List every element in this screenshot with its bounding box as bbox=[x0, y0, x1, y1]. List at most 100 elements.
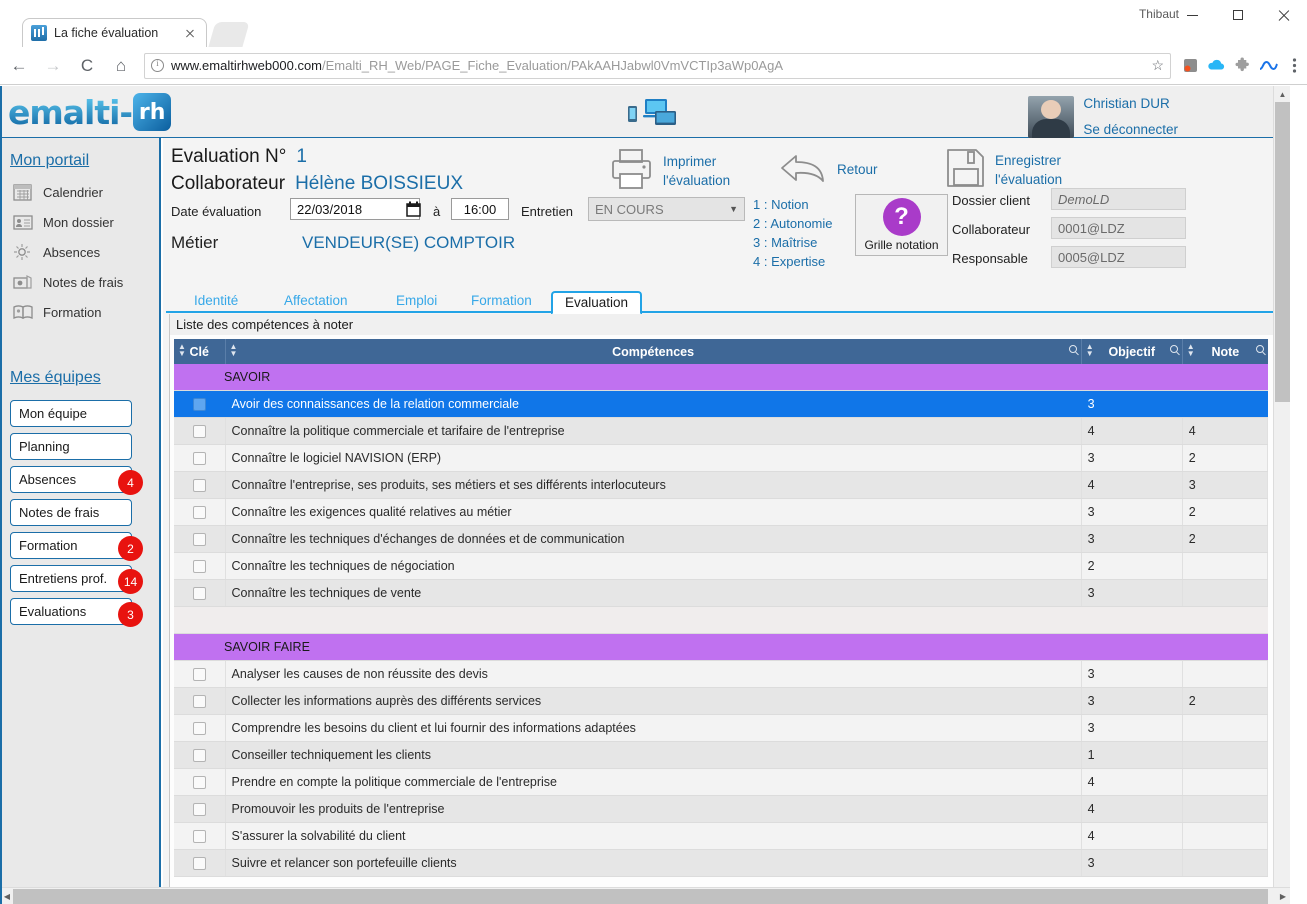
sidebar-item-formation[interactable]: Formation bbox=[0, 297, 159, 327]
table-row[interactable]: S'assurer la solvabilité du client 4 bbox=[174, 823, 1268, 850]
search-icon[interactable] bbox=[1255, 345, 1264, 353]
page-horizontal-scrollbar[interactable]: ◀ ▶ bbox=[0, 887, 1290, 904]
sidebar-button-notes-de-frais[interactable]: Notes de frais bbox=[10, 499, 132, 526]
row-checkbox-cell[interactable] bbox=[174, 661, 226, 687]
row-checkbox[interactable] bbox=[192, 478, 206, 492]
row-checkbox-cell[interactable] bbox=[174, 796, 226, 822]
row-checkbox[interactable] bbox=[192, 721, 206, 735]
tab-affectation[interactable]: Affectation bbox=[272, 291, 360, 315]
sidebar-item-notes-de-frais[interactable]: Notes de frais bbox=[0, 267, 159, 297]
objectif-cell[interactable]: 4 bbox=[1082, 796, 1183, 822]
table-row[interactable]: Connaître le logiciel NAVISION (ERP) 3 2 bbox=[174, 445, 1268, 472]
grille-notation-button[interactable]: ? Grille notation bbox=[855, 194, 948, 256]
row-checkbox[interactable] bbox=[192, 559, 206, 573]
note-cell[interactable]: 2 bbox=[1183, 526, 1268, 552]
objectif-cell[interactable]: 2 bbox=[1082, 553, 1183, 579]
address-bar[interactable]: www.emaltirhweb000.com/Emalti_RH_Web/PAG… bbox=[144, 52, 1171, 79]
row-checkbox-cell[interactable] bbox=[174, 715, 226, 741]
extension-cloud-icon[interactable] bbox=[1203, 57, 1229, 74]
column-header-note[interactable]: ▲ ▼ Note bbox=[1183, 339, 1268, 364]
objectif-cell[interactable]: 3 bbox=[1082, 661, 1183, 687]
browser-menu-icon[interactable] bbox=[1281, 57, 1307, 74]
note-cell[interactable]: 2 bbox=[1183, 445, 1268, 471]
objectif-cell[interactable]: 3 bbox=[1082, 850, 1183, 876]
back-icon[interactable]: ← bbox=[4, 51, 34, 81]
objectif-cell[interactable]: 4 bbox=[1082, 418, 1183, 444]
note-cell[interactable] bbox=[1183, 850, 1268, 876]
row-checkbox-cell[interactable] bbox=[174, 472, 226, 498]
note-cell[interactable]: 2 bbox=[1183, 688, 1268, 714]
site-info-icon[interactable] bbox=[151, 58, 164, 72]
note-cell[interactable] bbox=[1183, 661, 1268, 687]
objectif-cell[interactable]: 3 bbox=[1082, 391, 1183, 417]
row-checkbox[interactable] bbox=[192, 451, 206, 465]
objectif-cell[interactable]: 3 bbox=[1082, 688, 1183, 714]
entretien-select[interactable]: EN COURS ▼ bbox=[588, 197, 745, 221]
tab-identite[interactable]: Identité bbox=[182, 291, 250, 315]
horizontal-scroll-thumb[interactable] bbox=[13, 889, 1268, 904]
sidebar-item-calendrier[interactable]: Calendrier bbox=[0, 177, 159, 207]
note-cell[interactable] bbox=[1183, 796, 1268, 822]
note-cell[interactable] bbox=[1183, 391, 1268, 417]
table-row[interactable]: Comprendre les besoins du client et lui … bbox=[174, 715, 1268, 742]
sidebar-item-mon-dossier[interactable]: Mon dossier bbox=[0, 207, 159, 237]
table-row[interactable]: Connaître la politique commerciale et ta… bbox=[174, 418, 1268, 445]
row-checkbox[interactable] bbox=[192, 748, 206, 762]
extension-pocket-icon[interactable] bbox=[1177, 57, 1203, 74]
new-tab-button[interactable] bbox=[208, 22, 250, 47]
row-checkbox[interactable] bbox=[192, 694, 206, 708]
row-checkbox[interactable] bbox=[192, 586, 206, 600]
scroll-up-icon[interactable]: ▲ bbox=[1274, 86, 1290, 102]
row-checkbox-cell[interactable] bbox=[174, 850, 226, 876]
sidebar-heading-portal[interactable]: Mon portail bbox=[0, 138, 159, 177]
window-maximize-button[interactable] bbox=[1215, 0, 1261, 30]
row-checkbox[interactable] bbox=[192, 856, 206, 870]
tab-close-icon[interactable] bbox=[182, 25, 198, 41]
row-checkbox-cell[interactable] bbox=[174, 526, 226, 552]
objectif-cell[interactable]: 3 bbox=[1082, 499, 1183, 525]
row-checkbox-cell[interactable] bbox=[174, 688, 226, 714]
row-checkbox[interactable] bbox=[192, 802, 206, 816]
column-header-objectif[interactable]: ▲ ▼ Objectif bbox=[1082, 339, 1183, 364]
objectif-cell[interactable]: 4 bbox=[1082, 472, 1183, 498]
objectif-cell[interactable]: 3 bbox=[1082, 526, 1183, 552]
objectif-cell[interactable]: 4 bbox=[1082, 823, 1183, 849]
search-icon[interactable] bbox=[1169, 345, 1178, 353]
table-row[interactable]: Connaître les techniques de vente 3 bbox=[174, 580, 1268, 607]
window-minimize-button[interactable] bbox=[1169, 0, 1215, 30]
note-cell[interactable] bbox=[1183, 823, 1268, 849]
row-checkbox-cell[interactable] bbox=[174, 553, 226, 579]
scroll-right-icon[interactable]: ▶ bbox=[1276, 888, 1290, 904]
vertical-scroll-thumb[interactable] bbox=[1275, 102, 1290, 402]
sidebar-button-evaluations[interactable]: Evaluations bbox=[10, 598, 132, 625]
row-checkbox[interactable] bbox=[192, 829, 206, 843]
table-row[interactable]: Connaître les exigences qualité relative… bbox=[174, 499, 1268, 526]
sidebar-button-absences[interactable]: Absences bbox=[10, 466, 132, 493]
objectif-cell[interactable]: 1 bbox=[1082, 742, 1183, 768]
note-cell[interactable]: 3 bbox=[1183, 472, 1268, 498]
forward-icon[interactable]: → bbox=[38, 51, 68, 81]
objectif-cell[interactable]: 3 bbox=[1082, 445, 1183, 471]
column-header-cle[interactable]: ▲ ▼ Clé bbox=[174, 339, 226, 364]
note-cell[interactable]: 4 bbox=[1183, 418, 1268, 444]
browser-tab[interactable]: La fiche évaluation bbox=[22, 18, 207, 47]
note-cell[interactable] bbox=[1183, 742, 1268, 768]
row-checkbox-cell[interactable] bbox=[174, 445, 226, 471]
sidebar-heading-teams[interactable]: Mes équipes bbox=[0, 327, 159, 394]
home-icon[interactable]: ⌂ bbox=[106, 51, 136, 81]
row-checkbox[interactable] bbox=[192, 505, 206, 519]
note-cell[interactable] bbox=[1183, 769, 1268, 795]
row-checkbox[interactable] bbox=[192, 775, 206, 789]
objectif-cell[interactable]: 3 bbox=[1082, 580, 1183, 606]
sidebar-button-entretiens-prof[interactable]: Entretiens prof. bbox=[10, 565, 132, 592]
scroll-left-icon[interactable]: ◀ bbox=[0, 888, 14, 904]
row-checkbox[interactable] bbox=[192, 424, 206, 438]
row-checkbox-cell[interactable] bbox=[174, 823, 226, 849]
table-row[interactable]: Connaître les techniques de négociation 2 bbox=[174, 553, 1268, 580]
sidebar-item-absences[interactable]: Absences bbox=[0, 237, 159, 267]
print-evaluation-button[interactable]: Imprimer l'évaluation bbox=[610, 148, 730, 195]
user-name-link[interactable]: Christian DUR bbox=[1083, 91, 1178, 117]
row-checkbox-cell[interactable] bbox=[174, 769, 226, 795]
reload-icon[interactable]: C bbox=[72, 51, 102, 81]
table-row[interactable]: Analyser les causes de non réussite des … bbox=[174, 661, 1268, 688]
